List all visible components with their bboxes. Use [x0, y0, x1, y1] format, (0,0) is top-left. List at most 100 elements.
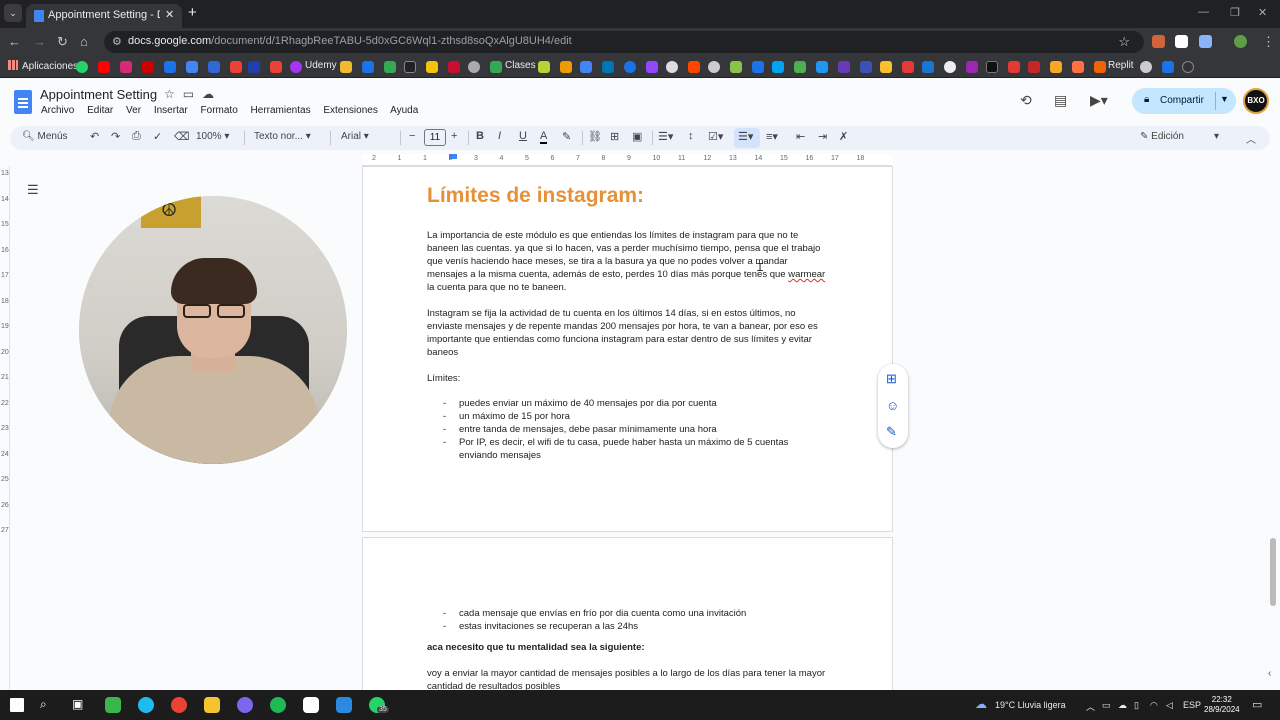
suggest-edit-icon[interactable]: ✎: [886, 424, 897, 440]
menu-archivo[interactable]: Archivo: [41, 105, 74, 116]
bookmark-icon[interactable]: [164, 61, 176, 73]
bookmark-icon[interactable]: [248, 61, 260, 73]
chrome-icon[interactable]: [171, 697, 187, 713]
browser-tab-active[interactable]: Appointment Setting - Docume ✕: [26, 4, 182, 28]
bookmark-icon[interactable]: [772, 61, 784, 73]
bookmark-icon[interactable]: [340, 61, 352, 73]
edge-icon[interactable]: [138, 697, 154, 713]
bookmark-icon[interactable]: [270, 61, 282, 73]
bookmark-icon[interactable]: [448, 61, 460, 73]
instagram-bookmark-icon[interactable]: [120, 61, 132, 73]
x-bookmark-icon[interactable]: [986, 61, 998, 73]
vertical-scrollbar[interactable]: [1270, 538, 1276, 606]
windows-start-icon[interactable]: [10, 698, 24, 712]
store-icon[interactable]: [105, 697, 121, 713]
bookmark-icon[interactable]: [794, 61, 806, 73]
bookmark-icon[interactable]: [208, 61, 220, 73]
bookmark-udemy[interactable]: Udemy: [305, 60, 337, 71]
emoji-reaction-icon[interactable]: ☺: [886, 398, 899, 413]
list-item[interactable]: estas invitaciones se recuperan a las 24…: [443, 620, 823, 633]
underline-icon[interactable]: U: [519, 130, 527, 142]
add-comment-icon[interactable]: ⊞: [886, 371, 897, 387]
meet-icon[interactable]: ▶▾: [1090, 92, 1108, 109]
volume-icon[interactable]: ◁: [1166, 700, 1173, 711]
bookmark-icon[interactable]: [902, 61, 914, 73]
bookmark-icon[interactable]: [560, 61, 572, 73]
spotify-icon[interactable]: [270, 697, 286, 713]
wifi-icon[interactable]: ◠: [1150, 700, 1158, 711]
menu-editar[interactable]: Editar: [87, 105, 113, 116]
notion-icon[interactable]: [303, 697, 319, 713]
bookmark-icon[interactable]: [384, 61, 396, 73]
menu-ver[interactable]: Ver: [126, 105, 141, 116]
bookmark-apps[interactable]: Aplicaciones: [8, 60, 78, 72]
bookmark-icon[interactable]: [426, 61, 438, 73]
document-title[interactable]: Appointment Setting: [40, 87, 157, 102]
bookmark-icon[interactable]: [468, 61, 480, 73]
font-select[interactable]: Arial ▾: [341, 131, 369, 142]
udemy-bookmark-icon[interactable]: [290, 61, 302, 73]
account-avatar[interactable]: BXO: [1243, 88, 1269, 114]
task-view-icon[interactable]: ▣: [72, 697, 83, 711]
increase-indent-icon[interactable]: ⇥: [818, 130, 827, 143]
bookmark-icon[interactable]: [730, 61, 742, 73]
whatsapp-bookmark-icon[interactable]: [76, 61, 88, 73]
paragraph-activity[interactable]: Instagram se fija la actividad de tu cue…: [427, 307, 827, 359]
italic-icon[interactable]: I: [498, 130, 501, 142]
bookmark-icon[interactable]: [624, 61, 636, 73]
menu-extensiones[interactable]: Extensiones: [323, 105, 377, 116]
menus-search[interactable]: 🔍︎ Menús: [22, 131, 68, 142]
profile-icon[interactable]: [1234, 35, 1247, 48]
app-icon[interactable]: [336, 697, 352, 713]
weather-icon[interactable]: ☁: [975, 697, 987, 711]
bookmark-icon[interactable]: [1182, 61, 1194, 73]
extension-icon[interactable]: [1175, 35, 1188, 48]
bookmark-icon[interactable]: [362, 61, 374, 73]
bookmark-replit[interactable]: Replit: [1108, 60, 1134, 71]
style-select[interactable]: Texto nor... ▾: [254, 131, 311, 142]
bookmark-icon[interactable]: [922, 61, 934, 73]
tab-search-button[interactable]: ⌄: [4, 4, 22, 22]
clear-formatting-icon[interactable]: ✗: [839, 130, 848, 143]
print-icon[interactable]: ⎙: [132, 130, 141, 143]
chevron-down-icon[interactable]: ▼: [1220, 94, 1229, 104]
weather-text[interactable]: 19°C Lluvia ligera: [995, 700, 1066, 710]
bookmark-icon[interactable]: [688, 61, 700, 73]
show-hidden-icons[interactable]: ︿: [1086, 700, 1095, 713]
mode-chevron-icon[interactable]: ▾: [1214, 131, 1219, 142]
list-item[interactable]: entre tanda de mensajes, debe pasar míni…: [443, 423, 823, 436]
forward-button[interactable]: →: [33, 34, 46, 49]
side-panel-toggle-icon[interactable]: ‹: [1268, 668, 1271, 679]
bookmark-icon[interactable]: [142, 61, 154, 73]
bookmark-icon[interactable]: [1162, 61, 1174, 73]
highlight-icon[interactable]: ✎: [562, 130, 571, 143]
new-tab-button[interactable]: +: [188, 4, 197, 21]
horizontal-ruler[interactable]: 2 1 1 2 3 4 5 6 7 8 9 10 11 12 13 14 15 16 17 18: [362, 154, 892, 166]
bookmark-icon[interactable]: [538, 61, 550, 73]
undo-icon[interactable]: ↶: [90, 130, 99, 143]
site-info-icon[interactable]: ⚙: [112, 35, 122, 48]
bookmark-icon[interactable]: [580, 61, 592, 73]
language-indicator[interactable]: ESP: [1183, 700, 1201, 710]
tray-icon[interactable]: ▯: [1134, 700, 1139, 711]
minimize-window-button[interactable]: —: [1198, 6, 1209, 18]
bookmark-icon[interactable]: [404, 61, 416, 73]
zoom-select[interactable]: 100% ▾: [196, 131, 229, 142]
file-explorer-icon[interactable]: [204, 697, 220, 713]
back-button[interactable]: ←: [8, 34, 21, 49]
docs-logo-icon[interactable]: [14, 90, 32, 114]
list-item[interactable]: un máximo de 15 por hora: [443, 410, 823, 423]
paint-format-icon[interactable]: ⌫: [174, 130, 190, 143]
align-icon[interactable]: ☰▾: [658, 130, 673, 143]
bookmark-icon[interactable]: [646, 61, 658, 73]
document-page[interactable]: Límites de instagram: La importancia de …: [362, 166, 893, 532]
comments-icon[interactable]: ▤: [1054, 92, 1067, 109]
redo-icon[interactable]: ↷: [111, 130, 120, 143]
replit-bookmark-icon[interactable]: [1094, 61, 1106, 73]
bookmark-icon[interactable]: [708, 61, 720, 73]
onedrive-icon[interactable]: ☁: [1118, 700, 1127, 711]
limits-label[interactable]: Límites:: [427, 372, 827, 385]
version-history-icon[interactable]: ⟲: [1020, 92, 1032, 109]
close-tab-icon[interactable]: ✕: [165, 8, 174, 21]
bookmark-icon[interactable]: [966, 61, 978, 73]
